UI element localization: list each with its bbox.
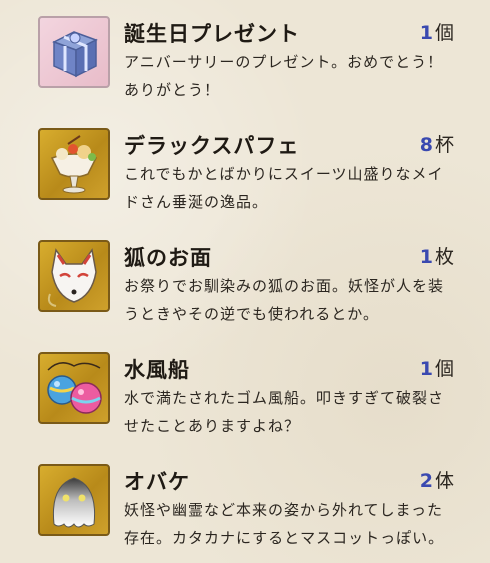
item-count: 1個	[420, 18, 454, 45]
item-name: 誕生日プレゼント	[124, 22, 300, 46]
item-count-value: 1	[419, 358, 433, 380]
list-item[interactable]: オバケ 2体 妖怪や幽霊など本来の姿から外れてしまった存在。カタカナにするとマス…	[0, 448, 490, 548]
item-name: デラックスパフェ	[124, 134, 300, 158]
item-count-value: 1	[419, 246, 433, 268]
item-description: お祭りでお馴染みの狐のお面。妖怪が人を装うときやその逆でも使われるとか。	[124, 277, 445, 323]
item-count: 2体	[420, 466, 454, 493]
item-count: 1枚	[420, 242, 454, 269]
item-count-value: 2	[419, 470, 433, 492]
list-item[interactable]: 誕生日プレゼント 1個 アニバーサリーのプレゼント。おめでとう！ありがとう！	[0, 0, 490, 100]
gift-box-icon	[38, 16, 110, 88]
fox-mask-icon	[38, 240, 110, 312]
item-count-unit: 体	[434, 470, 454, 492]
item-count-value: 1	[419, 22, 433, 44]
item-name: オバケ	[124, 470, 190, 494]
item-count-unit: 個	[434, 22, 454, 44]
ghost-icon	[38, 464, 110, 536]
item-count-unit: 杯	[434, 134, 454, 156]
item-count: 8杯	[420, 130, 454, 157]
water-balloon-icon	[38, 352, 110, 424]
list-item[interactable]: 狐のお面 1枚 お祭りでお馴染みの狐のお面。妖怪が人を装うときやその逆でも使われ…	[0, 224, 490, 324]
item-name: 水風船	[124, 358, 190, 382]
list-item[interactable]: デラックスパフェ 8杯 これでもかとばかりにスイーツ山盛りなメイドさん垂涎の逸品…	[0, 112, 490, 212]
item-description: 妖怪や幽霊など本来の姿から外れてしまった存在。カタカナにするとマスコットっぽい。	[124, 501, 445, 547]
item-list: 誕生日プレゼント 1個 アニバーサリーのプレゼント。おめでとう！ありがとう！ デ…	[0, 0, 490, 563]
item-count-unit: 個	[434, 358, 454, 380]
item-description: これでもかとばかりにスイーツ山盛りなメイドさん垂涎の逸品。	[124, 165, 444, 211]
item-description: アニバーサリーのプレゼント。おめでとう！ありがとう！	[124, 53, 444, 99]
item-name: 狐のお面	[124, 246, 212, 270]
list-item[interactable]: 水風船 1個 水で満たされたゴム風船。叩きすぎて破裂させたことありますよね？	[0, 336, 490, 436]
item-count-value: 8	[419, 134, 433, 156]
item-count: 1個	[420, 354, 454, 381]
item-count-unit: 枚	[434, 246, 454, 268]
item-description: 水で満たされたゴム風船。叩きすぎて破裂させたことありますよね？	[124, 389, 445, 435]
parfait-icon	[38, 128, 110, 200]
